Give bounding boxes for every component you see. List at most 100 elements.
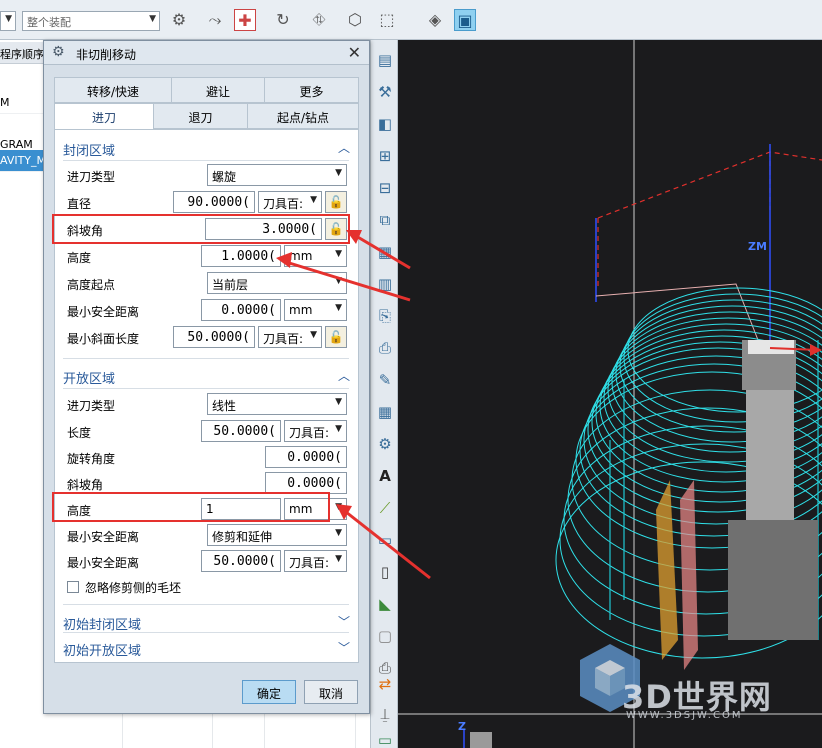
ignore-blank-checkbox[interactable]	[67, 581, 79, 593]
initial-open-region-header[interactable]: 初始开放区域 ﹀	[55, 636, 358, 660]
chevron-down-icon: ▼	[335, 528, 342, 538]
page-icon[interactable]: ▯	[375, 562, 395, 582]
graphics-viewport[interactable]: ZM Z 3D世界网 WWW.3DSJW.COM	[398, 40, 822, 748]
list-item[interactable]: AVITY_M	[0, 150, 44, 172]
close-icon[interactable]: ✕	[348, 43, 361, 62]
min-ramp-length-label: 最小斜面长度	[67, 332, 140, 346]
open-min-safe2-input[interactable]: 50.0000(	[201, 550, 281, 572]
dialog-title: 非切削移动	[76, 48, 137, 62]
height-from-select[interactable]: 当前层 ▼	[207, 272, 347, 294]
generate-icon[interactable]: ⧉	[375, 210, 395, 230]
height-input[interactable]: 1.0000(	[201, 245, 281, 267]
diameter-label: 直径	[67, 197, 92, 211]
chevron-up-icon: ︿	[337, 141, 350, 155]
program-icon[interactable]: ▤	[375, 50, 395, 70]
initial-closed-region-header[interactable]: 初始封闭区域 ﹀	[55, 610, 358, 634]
tab-avoidance[interactable]: 避让	[171, 77, 265, 103]
operation-icon[interactable]: ⊟	[375, 178, 395, 198]
section-title: 封闭区域	[63, 144, 116, 159]
document-icon[interactable]: ▭	[375, 530, 395, 550]
z-axis-label: Z	[458, 720, 466, 733]
chevron-down-icon: ▼	[335, 397, 342, 407]
cube-view-icon[interactable]: ▣	[454, 9, 476, 31]
assembly-scope-combo[interactable]: 整个装配 ▼	[22, 11, 160, 31]
settings-icon[interactable]: ⚙	[375, 434, 395, 454]
min-safe-distance-label: 最小安全距离	[67, 305, 140, 319]
rotation-angle-label: 旋转角度	[67, 452, 116, 466]
replay-icon[interactable]: ▦	[375, 242, 395, 262]
filter-combo[interactable]: ▼	[0, 11, 16, 31]
navigator-header[interactable]: 程序顺序	[0, 42, 44, 64]
length-input[interactable]: 50.0000(	[201, 420, 281, 442]
open-min-safe2-label: 最小安全距离	[67, 556, 140, 570]
open-ramp-angle-input[interactable]: 0.0000(	[265, 472, 347, 494]
box-select-icon[interactable]: ⬚	[376, 9, 398, 31]
open-min-safe2-unit-select[interactable]: 刀具百: ▼	[284, 550, 347, 572]
text-icon[interactable]: A	[375, 466, 395, 486]
chevron-down-icon: ▼	[335, 303, 342, 313]
chevron-down-icon: ▼	[335, 168, 342, 178]
hexagon-icon[interactable]: ⬡	[344, 9, 366, 31]
assembly-icon[interactable]: ⚙	[168, 9, 190, 31]
drill-icon[interactable]: ⍊	[375, 704, 395, 724]
tab-retract[interactable]: 退刀	[153, 103, 248, 129]
geometry-icon[interactable]: ◧	[375, 114, 395, 134]
tool-holder-icon[interactable]: ⟋	[375, 498, 395, 518]
ignore-blank-label: 忽略修剪侧的毛坯	[85, 581, 182, 595]
rotation-angle-input[interactable]: 0.0000(	[265, 446, 347, 468]
tool-icon[interactable]: ⚒	[375, 82, 395, 102]
chevron-up-icon: ︿	[337, 369, 350, 383]
open-entry-type-label: 进刀类型	[67, 399, 116, 413]
blank-icon[interactable]: ▢	[375, 626, 395, 646]
rotate-icon[interactable]: ↻	[272, 9, 294, 31]
gear-icon: ⚙	[52, 44, 65, 60]
min-ramp-unit-select[interactable]: 刀具百: ▼	[258, 326, 322, 348]
min-safe-unit-select[interactable]: mm ▼	[284, 299, 347, 321]
verify-icon[interactable]: ▥	[375, 274, 395, 294]
tab-transfer-rapid[interactable]: 转移/快速	[54, 77, 172, 103]
chart-icon[interactable]: ◣	[375, 594, 395, 614]
lock-icon[interactable]: 🔓	[325, 191, 347, 213]
height-unit-select[interactable]: mm ▼	[284, 245, 347, 267]
resource-toolbar: ▤ ⚒ ◧ ⊞ ⊟ ⧉ ▦ ▥ ⎘ ⎙ ✎ ▦ ⚙ A ⟋ ▭ ▯ ◣ ▢ ⎙ …	[370, 40, 398, 748]
select-value: 螺旋	[212, 170, 237, 184]
snap-icon[interactable]: ⤳	[204, 9, 226, 31]
refresh-icon[interactable]: ⇄	[375, 674, 395, 694]
tab-engage[interactable]: 进刀	[54, 103, 154, 130]
open-entry-type-select[interactable]: 线性 ▼	[207, 393, 347, 415]
lock-icon[interactable]: 🔓	[325, 326, 347, 348]
open-min-safe-select[interactable]: 修剪和延伸 ▼	[207, 524, 347, 546]
closed-entry-type-select[interactable]: 螺旋 ▼	[207, 164, 347, 186]
open-region-header[interactable]: 开放区域 ︿	[55, 364, 358, 388]
shaded-view-icon[interactable]: ◈	[424, 9, 446, 31]
method-icon[interactable]: ⊞	[375, 146, 395, 166]
assembly-scope-value: 整个装配	[27, 16, 71, 29]
engage-panel: 封闭区域 ︿ 进刀类型 螺旋 ▼ 直径 90.0000( 刀具百: ▼ 🔓 斜坡角 …	[54, 129, 359, 663]
list-item[interactable]: M	[0, 92, 44, 114]
chevron-down-icon: ▼	[310, 195, 317, 205]
chevron-down-icon: ▼	[5, 14, 12, 24]
postprocess-icon[interactable]: ⎘	[375, 306, 395, 326]
diameter-unit-select[interactable]: 刀具百: ▼	[258, 191, 322, 213]
min-safe-distance-input[interactable]: 0.0000(	[201, 299, 281, 321]
section-title: 初始开放区域	[63, 644, 142, 659]
non-cutting-moves-dialog: ⚙ 非切削移动 ✕ 转移/快速 避让 更多 进刀 退刀 起点/钻点 封闭区域 ︿…	[43, 40, 370, 714]
tab-more[interactable]: 更多	[264, 77, 359, 103]
chevron-down-icon: ▼	[149, 14, 156, 24]
closed-region-header[interactable]: 封闭区域 ︿	[55, 136, 358, 160]
selection-filter-icon[interactable]: ✚	[234, 9, 256, 31]
open-min-safe-label: 最小安全距离	[67, 530, 140, 544]
dialog-titlebar[interactable]: ⚙ 非切削移动 ✕	[44, 41, 369, 65]
length-unit-select[interactable]: 刀具百: ▼	[284, 420, 347, 442]
calculator-icon[interactable]: ▦	[375, 402, 395, 422]
simulate-icon[interactable]: ▭	[375, 730, 395, 748]
tab-start-drill-points[interactable]: 起点/钻点	[247, 103, 359, 129]
min-ramp-length-input[interactable]: 50.0000(	[173, 326, 255, 348]
edit-icon[interactable]: ✎	[375, 370, 395, 390]
shop-doc-icon[interactable]: ⎙	[375, 338, 395, 358]
height-label: 高度	[67, 251, 92, 265]
diameter-input[interactable]: 90.0000(	[173, 191, 255, 213]
transform-icon[interactable]: ⛗	[308, 9, 330, 31]
ok-button[interactable]: 确定	[242, 680, 296, 704]
cancel-button[interactable]: 取消	[304, 680, 358, 704]
